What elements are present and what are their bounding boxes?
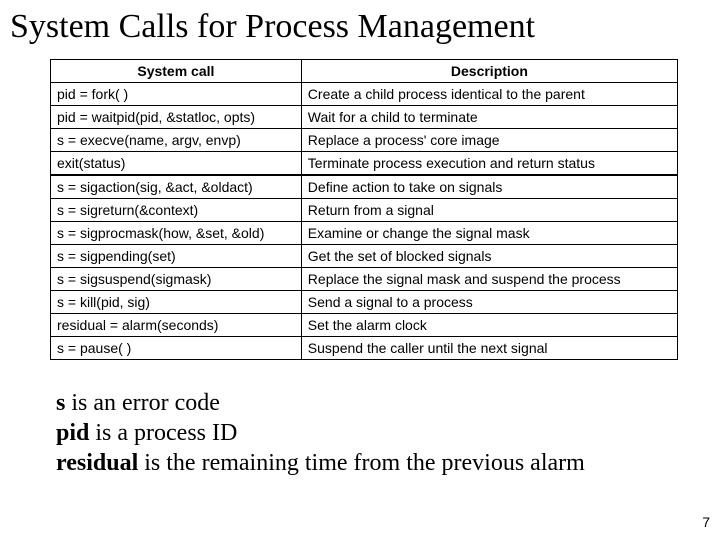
table-row: s = sigsuspend(sigmask) Replace the sign…: [51, 268, 678, 291]
cell-call: s = sigsuspend(sigmask): [51, 268, 302, 291]
table-row: s = sigaction(sig, &act, &oldact) Define…: [51, 175, 678, 199]
cell-call: s = pause( ): [51, 337, 302, 360]
cell-call: exit(status): [51, 152, 302, 176]
cell-call: pid = waitpid(pid, &statloc, opts): [51, 106, 302, 129]
cell-call: pid = fork( ): [51, 83, 302, 106]
cell-call: s = execve(name, argv, envp): [51, 129, 302, 152]
cell-desc: Examine or change the signal mask: [301, 222, 677, 245]
page-title: System Calls for Process Management: [10, 8, 710, 45]
slide: System Calls for Process Management Syst…: [0, 0, 720, 540]
note-text: is the remaining time from the previous …: [138, 450, 585, 476]
table-row: exit(status) Terminate process execution…: [51, 152, 678, 176]
table-row: s = sigreturn(&context) Return from a si…: [51, 199, 678, 222]
cell-desc: Send a signal to a process: [301, 291, 677, 314]
col-header-call: System call: [51, 60, 302, 83]
cell-desc: Define action to take on signals: [301, 175, 677, 199]
cell-desc: Set the alarm clock: [301, 314, 677, 337]
note-text: is a process ID: [89, 420, 237, 446]
legend-notes: s is an error code pid is a process ID r…: [56, 388, 710, 478]
cell-desc: Terminate process execution and return s…: [301, 152, 677, 176]
table-row: s = pause( ) Suspend the caller until th…: [51, 337, 678, 360]
table-row: pid = fork( ) Create a child process ide…: [51, 83, 678, 106]
cell-call: s = sigpending(set): [51, 245, 302, 268]
cell-call: s = sigreturn(&context): [51, 199, 302, 222]
cell-call: s = kill(pid, sig): [51, 291, 302, 314]
table-row: s = execve(name, argv, envp) Replace a p…: [51, 129, 678, 152]
table-row: s = kill(pid, sig) Send a signal to a pr…: [51, 291, 678, 314]
note-line: residual is the remaining time from the …: [56, 448, 710, 478]
table-row: s = sigpending(set) Get the set of block…: [51, 245, 678, 268]
note-text: is an error code: [65, 390, 220, 416]
cell-call: residual = alarm(seconds): [51, 314, 302, 337]
note-term-s: s: [56, 390, 65, 416]
cell-desc: Get the set of blocked signals: [301, 245, 677, 268]
syscall-table-wrap: System call Description pid = fork( ) Cr…: [50, 59, 678, 360]
table-row: pid = waitpid(pid, &statloc, opts) Wait …: [51, 106, 678, 129]
note-term-pid: pid: [56, 420, 89, 446]
cell-desc: Return from a signal: [301, 199, 677, 222]
cell-desc: Create a child process identical to the …: [301, 83, 677, 106]
cell-desc: Suspend the caller until the next signal: [301, 337, 677, 360]
cell-call: s = sigaction(sig, &act, &oldact): [51, 175, 302, 199]
table-row: residual = alarm(seconds) Set the alarm …: [51, 314, 678, 337]
cell-call: s = sigprocmask(how, &set, &old): [51, 222, 302, 245]
cell-desc: Replace the signal mask and suspend the …: [301, 268, 677, 291]
cell-desc: Replace a process' core image: [301, 129, 677, 152]
note-term-residual: residual: [56, 450, 138, 476]
page-number: 7: [702, 514, 710, 530]
col-header-desc: Description: [301, 60, 677, 83]
table-row: s = sigprocmask(how, &set, &old) Examine…: [51, 222, 678, 245]
cell-desc: Wait for a child to terminate: [301, 106, 677, 129]
note-line: pid is a process ID: [56, 418, 710, 448]
table-header-row: System call Description: [51, 60, 678, 83]
note-line: s is an error code: [56, 388, 710, 418]
syscall-table: System call Description pid = fork( ) Cr…: [50, 59, 678, 360]
